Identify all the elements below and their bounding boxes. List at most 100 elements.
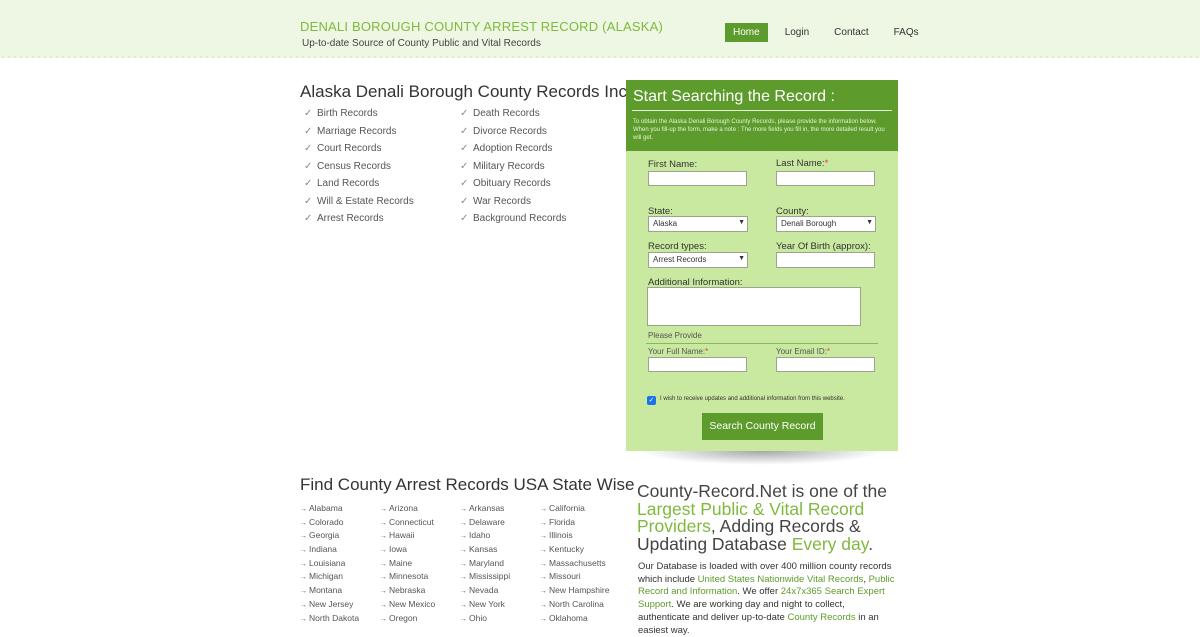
state-link[interactable]: → Michigan — [300, 570, 359, 584]
state-link[interactable]: → Maryland — [460, 557, 510, 571]
state-link[interactable]: → Illinois — [540, 529, 609, 543]
state-link[interactable]: → Colorado — [300, 516, 359, 530]
link-county-records[interactable]: County Records — [787, 612, 855, 623]
county-select[interactable]: Denali Borough ▼ — [776, 216, 876, 232]
state-column: → Arkansas → Delaware → Idaho → Kansas → Mary… — [460, 502, 510, 625]
required-mark: * — [826, 347, 830, 356]
state-link[interactable]: → Montana — [300, 584, 359, 598]
state-link[interactable]: → Oklahoma — [540, 612, 609, 626]
state-link[interactable]: → Alabama — [300, 502, 359, 516]
check-icon: ✓ — [304, 178, 313, 189]
list-item: ✓ Will & Estate Records — [304, 195, 414, 207]
state-link[interactable]: → Iowa — [380, 543, 435, 557]
state-link[interactable]: → California — [540, 502, 609, 516]
record-types-select[interactable]: Arrest Records ▼ — [648, 252, 748, 268]
additional-info-textarea[interactable] — [647, 287, 861, 326]
arrow-right-icon: → — [380, 601, 387, 609]
state-link[interactable]: → Oregon — [380, 612, 435, 626]
yob-label: Year Of Birth (approx): — [776, 241, 871, 252]
full-name-label: Your Full Name:* — [648, 347, 709, 356]
check-icon: ✓ — [304, 195, 313, 207]
state-link[interactable]: → Georgia — [300, 529, 359, 543]
state-link[interactable]: → Louisiana — [300, 557, 359, 571]
site-title-suffix[interactable]: (ALASKA) — [602, 19, 663, 34]
state-link[interactable]: → New Hampshire — [540, 584, 609, 598]
state-link[interactable]: → Connecticut — [380, 516, 435, 530]
arrow-right-icon: → — [540, 533, 547, 541]
updates-checkbox[interactable]: ✓ — [647, 396, 656, 405]
list-item: ✓ Marriage Records — [304, 125, 397, 137]
state-select[interactable]: Alaska ▼ — [648, 216, 748, 232]
state-link[interactable]: → Minnesota — [380, 570, 435, 584]
state-link[interactable]: → Massachusetts — [540, 557, 609, 571]
chevron-down-icon: ▼ — [738, 255, 745, 262]
state-link[interactable]: → Idaho — [460, 529, 510, 543]
state-link[interactable]: → New Jersey — [300, 598, 359, 612]
state-link[interactable]: → Nebraska — [380, 584, 435, 598]
nav-home[interactable]: Home — [725, 23, 768, 42]
email-input[interactable] — [776, 357, 875, 372]
state-link[interactable]: → Arizona — [380, 502, 435, 516]
list-item: ✓ Background Records — [460, 213, 567, 224]
check-icon: ✓ — [304, 143, 313, 154]
records-heading: Alaska Denali Borough County Records Inc… — [300, 82, 660, 101]
nav-login[interactable]: Login — [777, 23, 817, 42]
records-list-left: ✓ Birth Records ✓ Marriage Records ✓ Court … — [304, 107, 414, 230]
state-link[interactable]: → New Mexico — [380, 598, 435, 612]
check-icon: ✓ — [304, 213, 313, 224]
arrow-right-icon: → — [460, 601, 467, 609]
arrow-right-icon: → — [300, 506, 307, 513]
state-link[interactable]: → Maine — [380, 557, 435, 571]
state-link[interactable]: → North Dakota — [300, 612, 359, 626]
list-item: ✓ Court Records — [304, 143, 382, 154]
records-list-right: ✓ Death Records ✓ Divorce Records ✓ Adoptio… — [460, 107, 566, 230]
arrow-right-icon: → — [380, 588, 387, 596]
state-link[interactable]: → Kansas — [460, 543, 510, 557]
list-item: ✓ Adoption Records — [460, 143, 553, 154]
state-link[interactable]: → New York — [460, 598, 510, 612]
form-title-divider — [632, 110, 892, 111]
full-name-input[interactable] — [648, 357, 747, 372]
arrow-right-icon: → — [540, 588, 547, 596]
state-column: → California → Florida → Illinois → Kentucky… — [540, 502, 609, 625]
check-icon: ✓ — [460, 143, 469, 154]
last-name-input[interactable] — [776, 171, 875, 186]
first-name-input[interactable] — [648, 171, 747, 186]
arrow-right-icon: → — [460, 615, 467, 623]
list-item: ✓ Census Records — [304, 160, 391, 172]
link-vital-records[interactable]: United States Nationwide Vital Records — [698, 574, 864, 585]
state-link[interactable]: → Ohio — [460, 612, 510, 626]
arrow-right-icon: → — [460, 533, 467, 541]
nav-faqs[interactable]: FAQs — [886, 23, 927, 42]
promo-paragraph: Our Database is loaded with over 400 mil… — [638, 561, 895, 636]
state-link[interactable]: → Florida — [540, 516, 609, 530]
form-header: Start Searching the Record : To obtain t… — [626, 80, 898, 151]
state-link[interactable]: → North Carolina — [540, 598, 609, 612]
check-icon: ✓ — [460, 125, 469, 137]
list-item: ✓ Obituary Records — [460, 178, 551, 189]
required-mark: * — [824, 158, 829, 169]
nav-contact[interactable]: Contact — [826, 23, 876, 42]
list-item: ✓ Divorce Records — [460, 125, 547, 137]
state-link[interactable]: → Hawaii — [380, 529, 435, 543]
state-link[interactable]: → Indiana — [300, 543, 359, 557]
arrow-right-icon: → — [540, 560, 547, 568]
search-county-record-button[interactable]: Search County Record — [702, 413, 823, 440]
site-title-main[interactable]: DENALI BOROUGH COUNTY ARREST RECORD — [300, 19, 598, 34]
check-icon: ✓ — [460, 160, 469, 172]
check-icon: ✓ — [304, 108, 313, 119]
state-link[interactable]: → Mississippi — [460, 570, 510, 584]
state-link[interactable]: → Kentucky — [540, 543, 609, 557]
header-divider — [0, 55, 1200, 59]
state-link[interactable]: → Arkansas — [460, 502, 510, 516]
list-item: ✓ Death Records — [460, 108, 540, 119]
email-label: Your Email ID:* — [776, 347, 830, 356]
check-icon: ✓ — [460, 178, 469, 189]
state-link[interactable]: → Missouri — [540, 570, 609, 584]
state-link[interactable]: → Delaware — [460, 516, 510, 530]
site-title[interactable]: DENALI BOROUGH COUNTY ARREST RECORD (ALA… — [300, 19, 663, 34]
state-column: → Alabama → Colorado → Georgia → Indiana → Lo… — [300, 502, 359, 625]
state-link[interactable]: → Nevada — [460, 584, 510, 598]
arrow-right-icon: → — [300, 601, 307, 609]
yob-input[interactable] — [776, 252, 875, 268]
